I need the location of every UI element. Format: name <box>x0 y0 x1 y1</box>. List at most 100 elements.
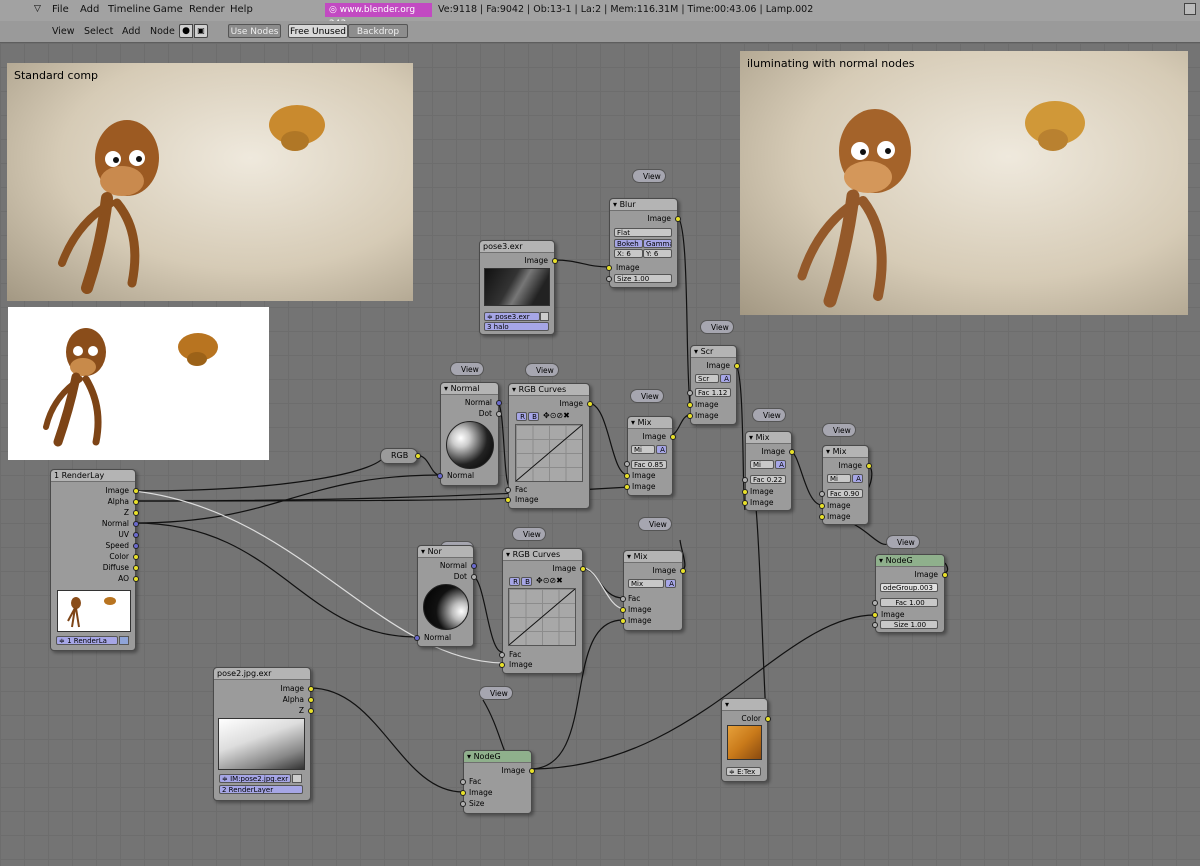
socket[interactable] <box>670 434 676 440</box>
mix-mode-select[interactable]: Mi <box>827 474 851 483</box>
socket[interactable] <box>819 503 825 509</box>
rgb-curves-node[interactable]: ▾ RGB Curves Image R B ✥⊙⊘✖ Fac Image <box>499 548 586 674</box>
socket[interactable] <box>620 607 626 613</box>
node-group-size-field[interactable]: Size 1.00 <box>880 620 938 629</box>
socket[interactable] <box>308 686 314 692</box>
curve-channel-b[interactable]: B <box>528 412 539 421</box>
socket[interactable] <box>872 612 878 618</box>
curve-tools-icons[interactable]: ✥⊙⊘✖ <box>536 576 563 585</box>
socket[interactable] <box>133 565 139 571</box>
pose2-file-icon[interactable] <box>292 774 302 783</box>
socket[interactable] <box>133 543 139 549</box>
socket[interactable] <box>942 572 948 578</box>
mix-alpha-toggle[interactable]: A <box>852 474 863 483</box>
pose3-node-header[interactable]: pose3.exr <box>480 241 554 253</box>
viewer-node[interactable]: View <box>886 535 920 549</box>
curve-graph[interactable] <box>508 588 576 646</box>
node-group-name-field[interactable]: odeGroup.003 <box>880 583 938 592</box>
node-group-header[interactable]: ▾ NodeG <box>464 751 531 763</box>
node-group-header[interactable]: ▾ NodeG <box>876 555 944 567</box>
socket[interactable] <box>687 390 693 396</box>
socket[interactable] <box>460 790 466 796</box>
viewer-node[interactable]: View <box>752 408 786 422</box>
rgb-node-collapsed[interactable]: RGB <box>380 448 421 464</box>
socket[interactable] <box>499 662 505 668</box>
socket[interactable] <box>460 801 466 807</box>
socket[interactable] <box>687 413 693 419</box>
socket[interactable] <box>496 400 502 406</box>
render-layer-select[interactable]: ≑ 1 RenderLa <box>56 636 118 645</box>
viewer-node[interactable]: View <box>638 517 672 531</box>
screen-mode-select[interactable]: Scr <box>695 374 719 383</box>
screen-alpha-toggle[interactable]: A <box>720 374 731 383</box>
mix-mode-select[interactable]: Mix <box>628 579 664 588</box>
screen-fac-field[interactable]: Fac 1.12 <box>695 388 731 397</box>
render-layer-node-header[interactable]: 1 RenderLay <box>51 470 135 482</box>
viewer-node[interactable]: View <box>632 169 666 183</box>
mix-fac-field[interactable]: Fac 0.85 <box>631 460 667 469</box>
socket[interactable] <box>620 596 626 602</box>
socket[interactable] <box>872 622 878 628</box>
render-layer-icon[interactable] <box>119 636 129 645</box>
socket[interactable] <box>734 363 740 369</box>
socket[interactable] <box>742 477 748 483</box>
socket[interactable] <box>505 497 511 503</box>
socket[interactable] <box>819 491 825 497</box>
mix-node[interactable]: ▾ Mix Image Mix A Fac Image Image <box>620 550 686 631</box>
mix-node-header[interactable]: ▾ Mix <box>823 446 868 458</box>
socket[interactable] <box>471 563 477 569</box>
pose2-image-node[interactable]: pose2.jpg.exr Image Alpha Z ≑ IM:pose2.j… <box>213 667 314 801</box>
socket[interactable] <box>765 716 771 722</box>
pose3-file-select[interactable]: ≑ pose3.exr <box>484 312 540 321</box>
socket[interactable] <box>742 489 748 495</box>
curve-channel-r[interactable]: R <box>516 412 527 421</box>
socket[interactable] <box>866 463 872 469</box>
mix-node[interactable]: ▾ Mix Image Mi A Fac 0.85 Image Image <box>624 416 676 496</box>
render-layer-node[interactable]: 1 RenderLay Image Alpha Z Normal UV Spee… <box>50 469 139 651</box>
viewer-node[interactable]: View <box>450 362 484 376</box>
socket[interactable] <box>133 554 139 560</box>
texture-select[interactable]: ≑ E:Tex <box>726 767 761 776</box>
blur-y-field[interactable]: Y: 6 <box>643 249 672 258</box>
viewer-node[interactable]: View <box>700 320 734 334</box>
socket[interactable] <box>819 514 825 520</box>
normal-node[interactable]: ▾ Normal Normal Dot Normal <box>437 382 502 486</box>
socket[interactable] <box>133 576 139 582</box>
mix-node[interactable]: ▾ Mix Image Mi A Fac 0.90 Image Image <box>819 445 872 525</box>
pose3-file-icon[interactable] <box>540 312 549 321</box>
socket[interactable] <box>133 521 139 527</box>
socket[interactable] <box>872 600 878 606</box>
viewer-node[interactable]: View <box>479 686 513 700</box>
socket[interactable] <box>624 461 630 467</box>
normal-sphere-widget[interactable] <box>446 421 494 469</box>
curve-tools-icons[interactable]: ✥⊙⊘✖ <box>543 411 570 420</box>
socket[interactable] <box>552 258 558 264</box>
mix-alpha-toggle[interactable]: A <box>665 579 676 588</box>
texture-node-header[interactable]: ▾ <box>722 699 767 711</box>
screen-node-header[interactable]: ▾ Scr <box>691 346 736 358</box>
pose2-node-header[interactable]: pose2.jpg.exr <box>214 668 310 680</box>
viewer-node[interactable]: View <box>525 363 559 377</box>
curve-channel-b[interactable]: B <box>521 577 532 586</box>
viewer-node[interactable]: View <box>512 527 546 541</box>
socket[interactable] <box>675 216 681 222</box>
socket[interactable] <box>415 453 421 459</box>
rgb-curves-node-header[interactable]: ▾ RGB Curves <box>509 384 589 396</box>
pose2-file-select[interactable]: ≑ IM:pose2.jpg.exr <box>219 774 291 783</box>
blur-node-header[interactable]: ▾ Blur <box>610 199 677 211</box>
blur-bokeh-toggle[interactable]: Bokeh <box>614 239 643 248</box>
normal-node[interactable]: ▾ Nor Normal Dot Normal <box>414 545 477 647</box>
socket[interactable] <box>587 401 593 407</box>
mix-mode-select[interactable]: Mi <box>750 460 774 469</box>
socket[interactable] <box>606 265 612 271</box>
mix-fac-field[interactable]: Fac 0.22 <box>750 475 786 484</box>
node-group-fac-field[interactable]: Fac 1.00 <box>880 598 938 607</box>
mix-node[interactable]: ▾ Mix Image Mi A Fac 0.22 Image Image <box>742 431 795 511</box>
blur-x-field[interactable]: X: 6 <box>614 249 643 258</box>
viewer-node[interactable]: View <box>822 423 856 437</box>
socket[interactable] <box>529 768 535 774</box>
socket[interactable] <box>606 276 612 282</box>
blur-filter-select[interactable]: Flat <box>614 228 672 237</box>
blur-gamma-toggle[interactable]: Gamma <box>643 239 672 248</box>
normal-sphere-widget[interactable] <box>423 584 469 630</box>
